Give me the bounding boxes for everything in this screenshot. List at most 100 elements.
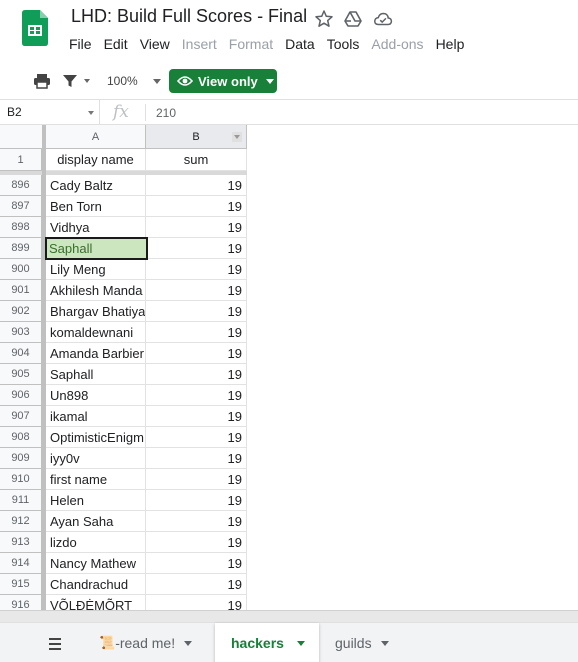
row-header[interactable]: 907 — [0, 406, 42, 427]
sheets-logo-icon[interactable] — [22, 10, 48, 46]
row-header[interactable]: 903 — [0, 322, 42, 343]
row-header[interactable]: 901 — [0, 280, 42, 301]
cell-sum[interactable]: 19 — [146, 238, 247, 259]
cell-display-name[interactable]: VÕĻĐĖMÕRT — [46, 595, 146, 610]
header-cell-sum[interactable]: sum — [146, 149, 247, 171]
cell-display-name[interactable]: Helen — [46, 490, 146, 511]
cell-display-name[interactable]: lizdo — [46, 532, 146, 553]
cell-display-name[interactable]: Saphall — [46, 364, 146, 385]
menu-insert[interactable]: Insert — [176, 34, 223, 56]
row-header[interactable]: 896 — [0, 175, 42, 196]
column-menu-icon[interactable] — [232, 132, 242, 142]
cell-display-name[interactable]: Ayan Saha — [46, 511, 146, 532]
cell-sum[interactable]: 19 — [146, 553, 247, 574]
cell-display-name[interactable]: ikamal — [46, 406, 146, 427]
formula-input[interactable]: 210 — [156, 106, 176, 120]
row-header[interactable]: 909 — [0, 448, 42, 469]
row-header[interactable]: 910 — [0, 469, 42, 490]
cell-sum[interactable]: 19 — [146, 511, 247, 532]
filter-button[interactable] — [62, 70, 90, 92]
menu-tools[interactable]: Tools — [321, 34, 366, 56]
horizontal-scrollbar[interactable] — [0, 610, 578, 622]
row-header[interactable]: 902 — [0, 301, 42, 322]
cell-display-name[interactable]: Nancy Mathew — [46, 553, 146, 574]
move-to-drive-icon[interactable] — [343, 9, 363, 29]
row-header[interactable]: 908 — [0, 427, 42, 448]
tab-label: hackers — [231, 635, 284, 651]
row-header[interactable]: 913 — [0, 532, 42, 553]
cell-sum[interactable]: 19 — [146, 175, 247, 196]
selected-cell[interactable]: Saphall — [45, 237, 148, 260]
row-header[interactable]: 900 — [0, 259, 42, 280]
row-header[interactable]: 898 — [0, 217, 42, 238]
zoom-value: 100% — [107, 74, 138, 88]
row-header[interactable]: 912 — [0, 511, 42, 532]
row-header[interactable]: 916 — [0, 595, 42, 610]
menu-add-ons[interactable]: Add-ons — [365, 34, 429, 56]
cell-sum[interactable]: 19 — [146, 280, 247, 301]
row-header[interactable]: 906 — [0, 385, 42, 406]
cell-display-name[interactable]: Chandrachud — [46, 574, 146, 595]
menu-help[interactable]: Help — [430, 34, 471, 56]
row-header[interactable]: 911 — [0, 490, 42, 511]
cloud-saved-icon[interactable] — [373, 9, 393, 29]
cell-sum[interactable]: 19 — [146, 574, 247, 595]
spreadsheet-grid[interactable]: A B 1 display name sum 896 Cady Baltz 19 89… — [0, 125, 578, 610]
cell-sum[interactable]: 19 — [146, 448, 247, 469]
menu-view[interactable]: View — [134, 34, 176, 56]
cell-sum[interactable]: 19 — [146, 385, 247, 406]
cell-display-name[interactable]: Cady Baltz — [46, 175, 146, 196]
cell-sum[interactable]: 19 — [146, 595, 247, 610]
menu-data[interactable]: Data — [279, 34, 321, 56]
row-header[interactable]: 915 — [0, 574, 42, 595]
name-box[interactable]: B2 — [0, 100, 100, 125]
row-header[interactable]: 914 — [0, 553, 42, 574]
cell-sum[interactable]: 19 — [146, 427, 247, 448]
cell-display-name[interactable]: OptimisticEnigm — [46, 427, 146, 448]
cell-display-name[interactable]: Ben Torn — [46, 196, 146, 217]
menu-edit[interactable]: Edit — [98, 34, 134, 56]
menu-file[interactable]: File — [63, 34, 98, 56]
all-sheets-icon[interactable] — [40, 635, 70, 653]
cell-sum[interactable]: 19 — [146, 532, 247, 553]
column-header-a[interactable]: A — [46, 125, 146, 149]
row-header[interactable]: 904 — [0, 343, 42, 364]
star-icon[interactable] — [314, 9, 334, 29]
cell-sum[interactable]: 19 — [146, 364, 247, 385]
select-all-corner[interactable] — [0, 125, 46, 149]
tab-read-me[interactable]: 📜 -read me! — [85, 623, 213, 662]
cell-sum[interactable]: 19 — [146, 490, 247, 511]
tab-hackers[interactable]: hackers — [215, 623, 319, 662]
cell-sum[interactable]: 19 — [146, 301, 247, 322]
cell-display-name[interactable]: first name — [46, 469, 146, 490]
chevron-down-icon[interactable] — [88, 111, 94, 115]
cell-display-name[interactable]: iyy0v — [46, 448, 146, 469]
print-button[interactable] — [32, 70, 52, 92]
row-header[interactable]: 899 — [0, 238, 42, 259]
cell-display-name[interactable]: Akhilesh Manda — [46, 280, 146, 301]
header-cell-display-name[interactable]: display name — [46, 149, 146, 171]
cell-sum[interactable]: 19 — [146, 196, 247, 217]
cell-sum[interactable]: 19 — [146, 406, 247, 427]
view-only-button[interactable]: View only — [169, 69, 277, 93]
cell-sum[interactable]: 19 — [146, 469, 247, 490]
divider — [145, 104, 146, 121]
row-header[interactable]: 1 — [0, 149, 42, 171]
cell-display-name[interactable]: Vidhya — [46, 217, 146, 238]
cell-sum[interactable]: 19 — [146, 343, 247, 364]
cell-display-name[interactable]: Lily Meng — [46, 259, 146, 280]
cell-sum[interactable]: 19 — [146, 217, 247, 238]
cell-sum[interactable]: 19 — [146, 259, 247, 280]
menu-format[interactable]: Format — [223, 34, 279, 56]
cell-display-name[interactable]: Bhargav Bhatiya — [46, 301, 146, 322]
cell-display-name[interactable]: Amanda Barbier — [46, 343, 146, 364]
tab-guilds[interactable]: guilds — [321, 623, 411, 662]
column-header-b[interactable]: B — [146, 125, 247, 149]
cell-display-name[interactable]: Un898 — [46, 385, 146, 406]
document-title[interactable]: LHD: Build Full Scores - Final — [71, 6, 307, 27]
row-header[interactable]: 905 — [0, 364, 42, 385]
row-header[interactable]: 897 — [0, 196, 42, 217]
cell-sum[interactable]: 19 — [146, 322, 247, 343]
zoom-select[interactable]: 100% — [107, 70, 161, 92]
cell-display-name[interactable]: komaldewnani — [46, 322, 146, 343]
